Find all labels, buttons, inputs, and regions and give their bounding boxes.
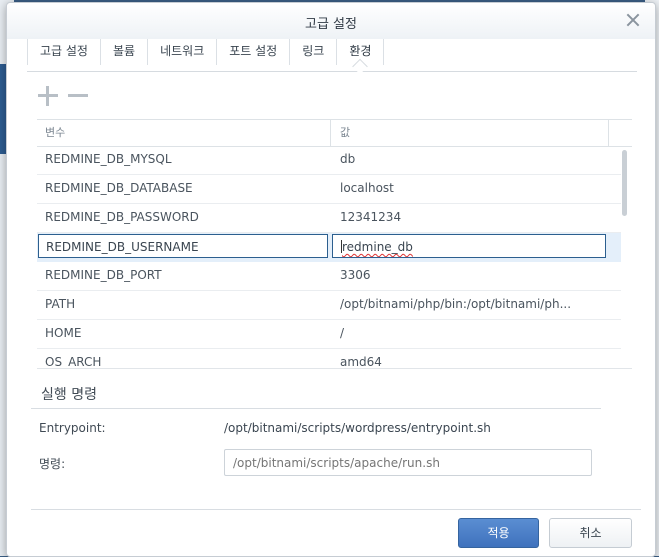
env-value: db <box>340 152 356 166</box>
dialog-header: 고급 설정 <box>7 3 655 39</box>
tab-volume[interactable]: 볼륨 <box>101 39 149 65</box>
env-key: HOME <box>45 326 82 340</box>
table-row[interactable]: REDMINE_DB_PORT 3306 <box>37 262 622 291</box>
table-scrollbar[interactable] <box>621 147 629 367</box>
section-divider <box>31 408 601 409</box>
env-key: REDMINE_DB_DATABASE <box>45 181 193 195</box>
tab-advanced-settings[interactable]: 고급 설정 <box>27 39 101 65</box>
plus-icon[interactable] <box>37 85 59 107</box>
tab-environment[interactable]: 환경 <box>337 39 385 65</box>
table-body: REDMINE_DB_MYSQL db REDMINE_DB_DATABASE … <box>37 146 622 369</box>
env-key: REDMINE_DB_PASSWORD <box>45 210 199 224</box>
scrollbar-thumb[interactable] <box>622 150 627 216</box>
advanced-settings-dialog: 고급 설정 고급 설정 볼륨 네트워크 포트 설정 링크 환경 변수 값 RED… <box>6 2 656 557</box>
footer-divider <box>31 509 641 510</box>
env-value-edit-text: redmine_db <box>342 240 413 254</box>
dialog-title: 고급 설정 <box>305 17 357 32</box>
env-key: REDMINE_DB_PORT <box>45 268 162 282</box>
column-header-variable[interactable]: 변수 <box>37 120 65 146</box>
tab-links[interactable]: 링크 <box>290 39 338 65</box>
env-key: OS_ARCH <box>45 355 102 369</box>
env-value: amd64 <box>340 355 382 369</box>
close-icon[interactable] <box>625 12 641 28</box>
table-row[interactable]: OS_ARCH amd64 <box>37 349 622 369</box>
env-variable-table: 변수 값 REDMINE_DB_MYSQL db REDMINE_DB_DATA… <box>37 119 632 369</box>
table-row[interactable]: REDMINE_DB_MYSQL db <box>37 146 622 175</box>
exec-command-section-title: 실행 명령 <box>41 387 97 403</box>
table-row-selected[interactable]: REDMINE_DB_USERNAME redmine_db <box>37 233 622 262</box>
env-key-editor[interactable]: REDMINE_DB_USERNAME <box>38 234 328 258</box>
env-key: PATH <box>45 297 76 311</box>
env-key: REDMINE_DB_MYSQL <box>45 152 172 166</box>
tab-port-settings[interactable]: 포트 설정 <box>217 39 291 65</box>
env-value: /opt/bitnami/php/bin:/opt/bitnami/ph... <box>340 297 572 311</box>
tab-network[interactable]: 네트워크 <box>148 39 218 65</box>
column-divider[interactable] <box>330 120 331 146</box>
env-value-editor[interactable]: redmine_db <box>332 234 606 258</box>
table-row[interactable]: PATH /opt/bitnami/php/bin:/opt/bitnami/p… <box>37 291 622 320</box>
table-row[interactable]: REDMINE_DB_DATABASE localhost <box>37 175 622 204</box>
entrypoint-label: Entrypoint: <box>39 421 106 435</box>
entrypoint-value: /opt/bitnami/scripts/wordpress/entrypoin… <box>224 421 491 435</box>
env-value: localhost <box>340 181 394 195</box>
env-value: 3306 <box>340 268 371 282</box>
table-row[interactable]: HOME / <box>37 320 622 349</box>
tab-bar: 고급 설정 볼륨 네트워크 포트 설정 링크 환경 <box>27 39 637 72</box>
table-header: 변수 값 <box>37 119 632 147</box>
command-label: 명령: <box>39 457 66 471</box>
env-value: / <box>340 326 345 340</box>
column-header-value[interactable]: 값 <box>332 120 350 146</box>
env-toolbar <box>37 85 89 107</box>
command-input[interactable] <box>224 449 592 476</box>
column-divider[interactable] <box>608 120 609 146</box>
minus-icon[interactable] <box>67 85 89 107</box>
env-value: 12341234 <box>340 210 402 224</box>
cancel-button[interactable]: 취소 <box>549 518 632 548</box>
apply-button[interactable]: 적용 <box>458 518 539 548</box>
table-row[interactable]: REDMINE_DB_PASSWORD 12341234 <box>37 204 622 233</box>
